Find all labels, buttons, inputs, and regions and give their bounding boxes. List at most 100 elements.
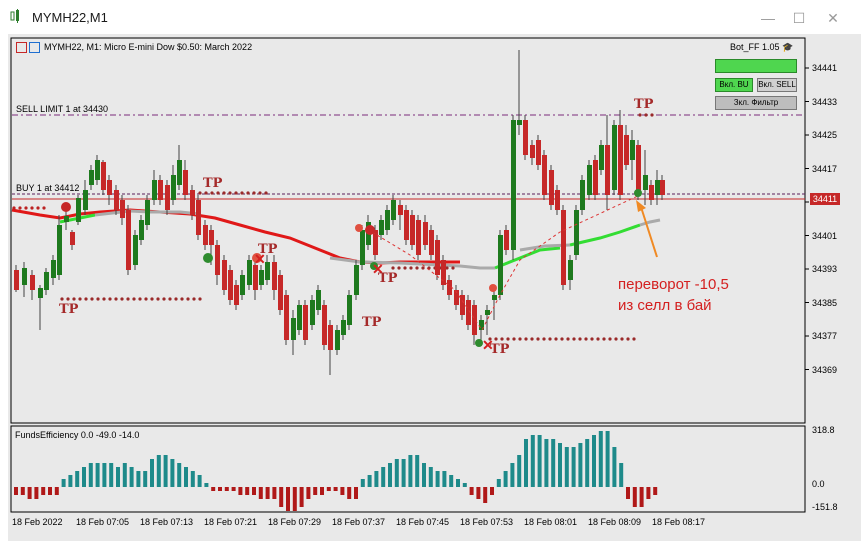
candle-body — [373, 230, 378, 255]
hist-bar — [571, 447, 576, 487]
candle-body — [549, 170, 554, 205]
hist-bar — [408, 455, 413, 487]
time-tick-label: 18 Feb 07:05 — [76, 517, 130, 527]
candle-body — [404, 210, 409, 240]
hist-bar — [469, 487, 474, 495]
candle-body — [660, 180, 665, 195]
hist-bar — [360, 479, 365, 487]
tp-dot — [96, 297, 100, 301]
tp-dot — [590, 337, 594, 341]
candle-body — [145, 200, 150, 225]
candle-body — [624, 135, 629, 165]
hist-bar — [619, 463, 624, 487]
tp-label: TP — [258, 242, 278, 257]
candle-body — [542, 155, 547, 195]
tp-dot — [397, 266, 401, 270]
hist-bar — [524, 439, 528, 487]
candle-body — [70, 232, 75, 245]
hist-bar — [88, 463, 93, 487]
tp-dot — [198, 297, 202, 301]
price-tick-label: 34433 — [812, 96, 838, 107]
candle-body — [599, 145, 604, 170]
hist-bar — [456, 479, 460, 487]
tp-dot — [12, 206, 16, 210]
sell-limit-label: SELL LIMIT 1 at 34430 — [16, 104, 109, 114]
hist-bar — [27, 487, 32, 499]
hist-bar — [558, 443, 562, 487]
tp-dot — [500, 337, 504, 341]
tp-dot — [415, 266, 419, 270]
indicator-tick-label: 0.0 — [812, 479, 825, 489]
tp-dot — [60, 297, 64, 301]
candle-body — [322, 305, 327, 345]
tp-dot — [18, 206, 22, 210]
hist-bar — [224, 487, 229, 491]
filter-toggle-button[interactable]: Зкл. Фильтр — [715, 96, 797, 110]
candle-body — [612, 125, 617, 190]
hist-bar — [646, 487, 651, 499]
time-tick-label: 18 Feb 2022 — [12, 517, 63, 527]
hist-bar — [320, 487, 324, 495]
tp-label: TP — [203, 176, 223, 191]
candle-body — [209, 230, 214, 245]
tp-dot — [258, 191, 262, 195]
hist-bar — [442, 471, 447, 487]
candle-body — [347, 295, 352, 325]
hist-bar — [265, 487, 270, 499]
time-tick-label: 18 Feb 07:45 — [396, 517, 450, 527]
hist-bar — [639, 487, 644, 507]
panel-status-button[interactable] — [715, 59, 797, 73]
hist-bar — [605, 431, 610, 487]
hist-bar — [496, 479, 501, 487]
tp-label: TP — [634, 97, 654, 112]
chart-icon — [16, 42, 27, 54]
tp-dot — [102, 297, 106, 301]
candle-body — [536, 140, 541, 165]
hist-bar — [435, 471, 440, 487]
hist-bar — [102, 463, 107, 487]
hist-bar — [415, 455, 420, 487]
hist-bar — [517, 455, 522, 487]
hist-bar — [483, 487, 488, 503]
candle-body — [498, 235, 503, 295]
candle-body — [14, 270, 19, 290]
hist-bar — [109, 463, 114, 487]
tp-dot — [180, 297, 184, 301]
hist-bar — [530, 435, 535, 487]
hist-bar — [48, 487, 52, 495]
hist-bar — [258, 487, 263, 499]
candle-body — [587, 165, 592, 195]
candle-body — [335, 330, 340, 350]
candle-body — [472, 305, 477, 335]
candle-body — [410, 215, 415, 245]
tp-dot — [138, 297, 142, 301]
candle-body — [76, 198, 81, 222]
hist-bar — [510, 463, 515, 487]
buy-toggle-button[interactable]: Вкл. BU — [715, 78, 753, 92]
hist-bar — [197, 475, 202, 487]
candle-body — [120, 200, 125, 218]
sell-toggle-button[interactable]: Вкл. SELL — [757, 78, 797, 92]
tp-dot — [198, 191, 202, 195]
candle-body — [126, 210, 131, 270]
candle-body — [636, 145, 641, 195]
tp-dot — [578, 337, 582, 341]
time-tick-label: 18 Feb 08:17 — [652, 517, 706, 527]
tp-label: TP — [59, 302, 79, 317]
tp-dot — [536, 337, 540, 341]
candle-body — [303, 305, 308, 340]
candle-body — [530, 145, 535, 158]
tp-dot — [554, 337, 558, 341]
tp-label: TP — [362, 315, 382, 330]
candle-body — [568, 260, 573, 280]
candle-body — [485, 310, 490, 315]
hist-bar — [292, 487, 297, 511]
candle-body — [107, 180, 112, 195]
hist-bar — [326, 487, 331, 491]
candle-body — [139, 220, 144, 240]
candle-body — [165, 185, 170, 210]
hist-bar — [286, 487, 290, 511]
tp-dot — [36, 206, 40, 210]
candle-body — [291, 318, 296, 340]
candle-body — [22, 268, 27, 285]
